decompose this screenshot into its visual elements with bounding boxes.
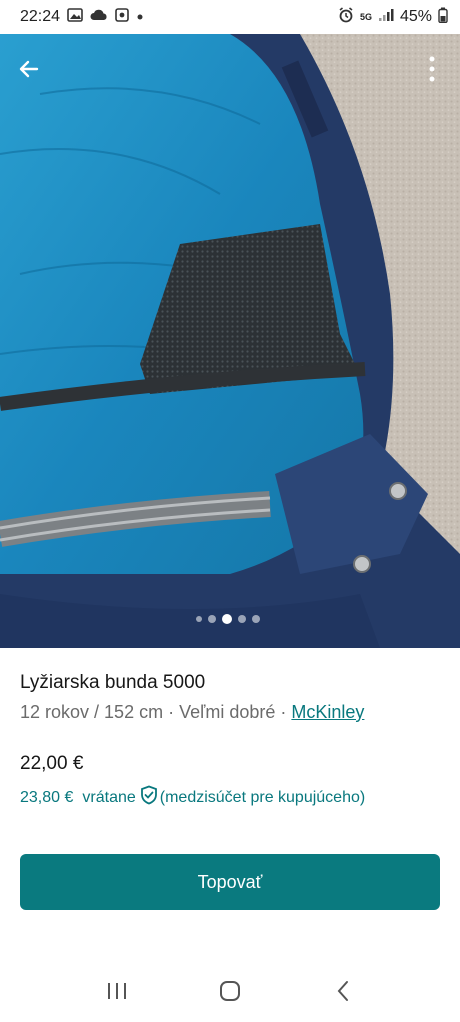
bump-button[interactable]: Topovať [20, 854, 440, 910]
signal-icon [378, 8, 394, 27]
app-icon [115, 7, 129, 27]
system-navigation-bar [0, 960, 460, 1022]
status-bar: 22:24 5G 45% [0, 0, 460, 34]
battery-icon [438, 7, 448, 28]
more-vertical-icon [429, 56, 435, 82]
chevron-left-icon [337, 981, 349, 1001]
battery-percent: 45% [399, 8, 432, 25]
notification-dot-icon [136, 8, 144, 26]
listing-attributes: 12 rokov / 152 cm · Veľmi dobré · McKinl… [20, 702, 440, 723]
alarm-icon [338, 6, 354, 28]
more-options-button[interactable] [420, 52, 444, 86]
recent-apps-button[interactable] [97, 971, 137, 1011]
listing-photo[interactable] [0, 34, 460, 648]
listing-size: 12 rokov / 152 cm [20, 702, 164, 722]
network-label: 5G [359, 11, 372, 22]
separator: · [275, 702, 292, 722]
listing-condition: Veľmi dobré [179, 702, 276, 722]
gallery-icon [67, 7, 83, 27]
buyer-protection-price[interactable]: 23,80 € vrátane (medzisúčet pre kupujúce… [20, 785, 440, 810]
total-includes: vrátane [82, 788, 136, 806]
back-nav-button[interactable] [323, 971, 363, 1011]
recent-apps-icon [107, 983, 126, 999]
gallery-dot[interactable] [238, 615, 246, 623]
home-button[interactable] [210, 971, 250, 1011]
protection-note: (medzisúčet pre kupujúceho) [159, 788, 366, 806]
total-price: 23,80 € [20, 788, 74, 806]
brand-link[interactable]: McKinley [291, 702, 364, 723]
gallery-pagination [196, 614, 260, 624]
status-left: 22:24 [20, 7, 144, 27]
listing-price: 22,00 € [20, 753, 84, 774]
shield-check-icon [140, 785, 158, 810]
gallery-dot-active[interactable] [222, 614, 232, 624]
back-button[interactable] [12, 52, 46, 86]
home-icon [219, 981, 240, 1001]
jacket-photo-image [0, 34, 460, 648]
cloud-icon [90, 8, 108, 26]
listing-details: Lyžiarska bunda 5000 12 rokov / 152 cm ·… [0, 648, 460, 810]
gallery-dot[interactable] [208, 615, 216, 623]
gallery-dot[interactable] [252, 615, 260, 623]
arrow-left-icon [19, 60, 39, 78]
separator: · [163, 702, 180, 722]
status-time: 22:24 [20, 8, 61, 25]
status-right: 5G 45% [338, 6, 448, 28]
gallery-dot[interactable] [196, 616, 202, 622]
listing-title: Lyžiarska bunda 5000 [20, 672, 206, 693]
